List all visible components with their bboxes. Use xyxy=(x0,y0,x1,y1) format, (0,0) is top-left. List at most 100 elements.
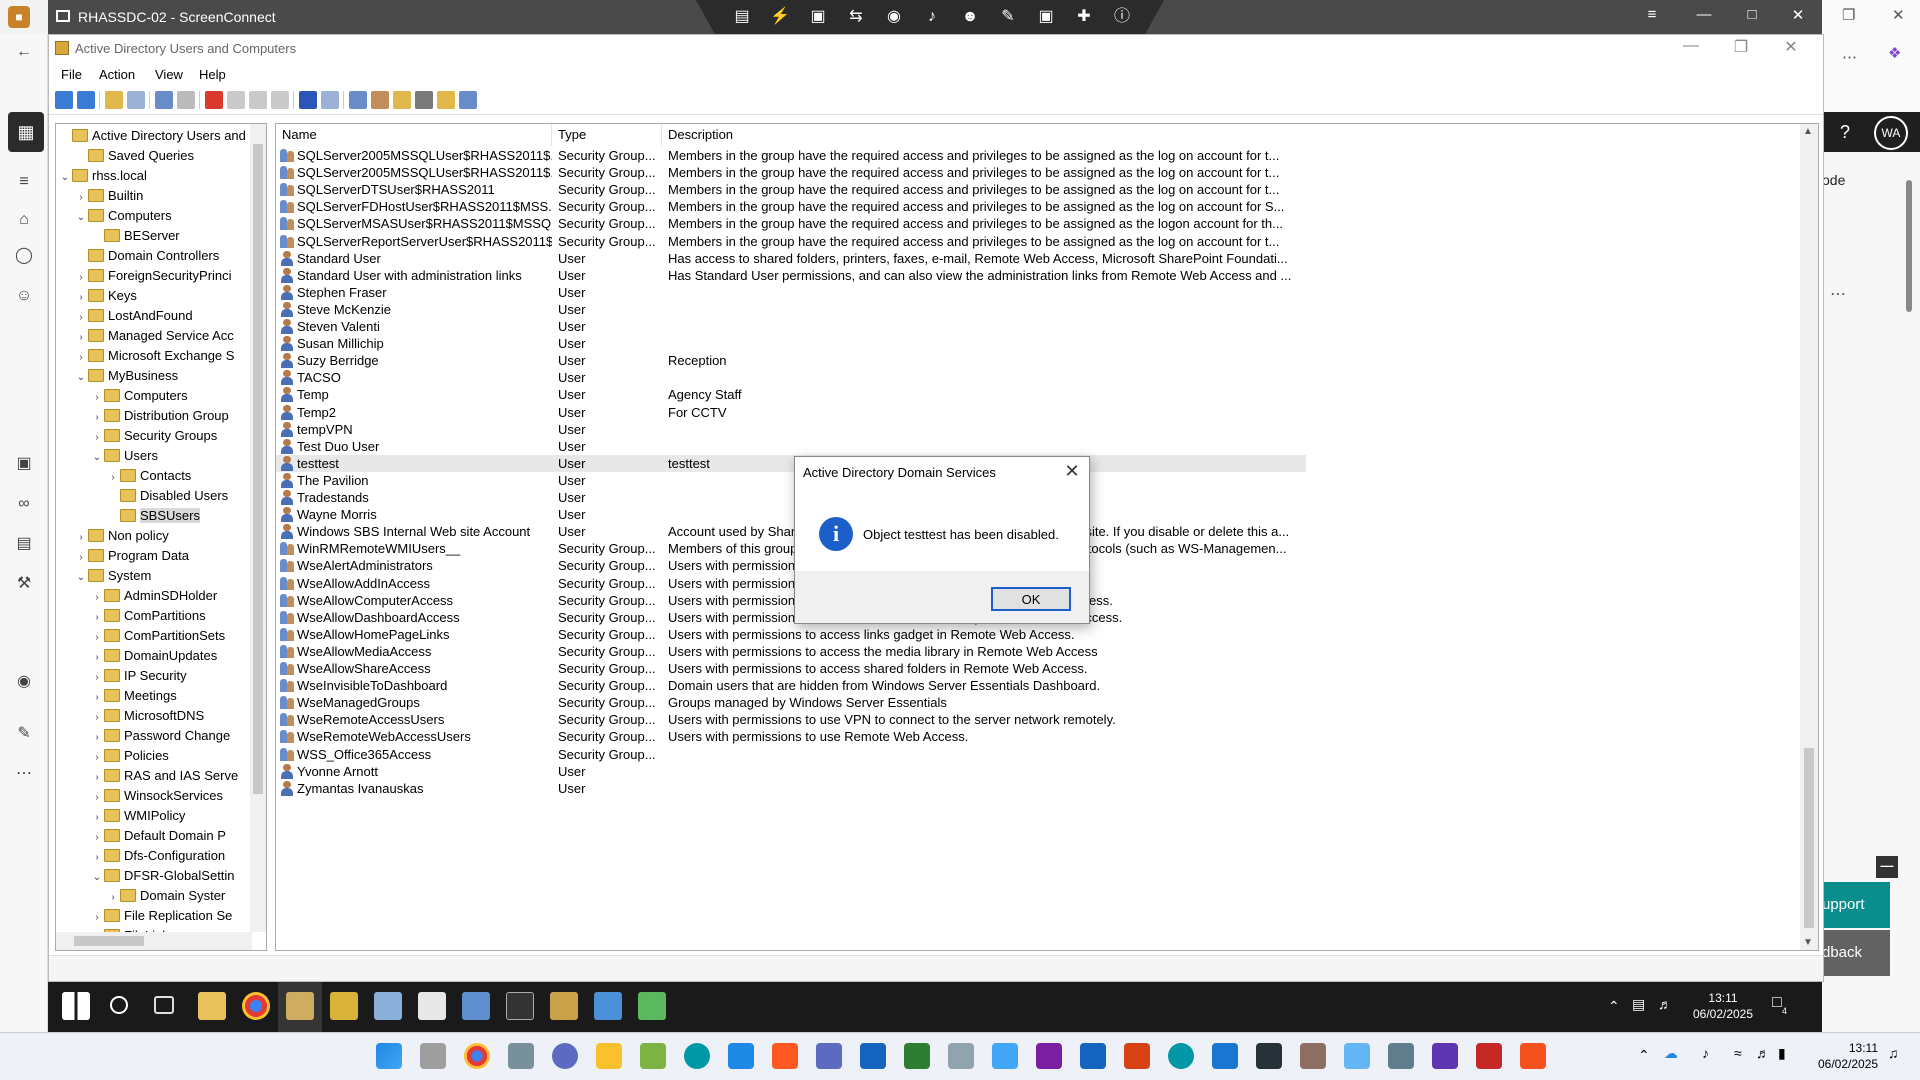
scroll-thumb[interactable] xyxy=(253,144,263,794)
terminal-icon[interactable] xyxy=(1256,1043,1282,1069)
expand-chevron-icon[interactable]: › xyxy=(74,548,88,568)
calculator-icon[interactable] xyxy=(948,1043,974,1069)
collapse-button[interactable]: — xyxy=(1876,856,1898,878)
expand-chevron-icon[interactable]: › xyxy=(90,808,104,828)
expand-chevron-icon[interactable]: › xyxy=(90,908,104,928)
table-row[interactable]: Wayne Morris User xyxy=(276,506,1306,523)
table-row[interactable]: WSS_Office365Access Security Group... xyxy=(276,746,1306,763)
expand-chevron-icon[interactable]: › xyxy=(106,888,120,908)
tree-item[interactable]: ⌄ Computers xyxy=(74,206,172,226)
tree-item[interactable]: › Non policy xyxy=(74,526,168,548)
expand-chevron-icon[interactable]: › xyxy=(74,188,88,208)
list-vertical-scrollbar[interactable]: ▲ ▼ xyxy=(1800,124,1818,950)
plus-icon[interactable]: ✚ xyxy=(1072,6,1096,28)
table-row[interactable]: Yvonne Arnott User xyxy=(276,763,1306,780)
start-icon[interactable] xyxy=(62,992,90,1020)
table-row[interactable]: Temp User Agency Staff xyxy=(276,386,1306,403)
search-icon[interactable] xyxy=(110,996,128,1014)
session-maximize-icon[interactable]: □ xyxy=(1742,6,1762,23)
table-row[interactable]: Windows SBS Internal Web site Account Use… xyxy=(276,523,1306,540)
briefcase-icon[interactable]: ▣ xyxy=(806,6,830,28)
table-row[interactable]: Temp2 User For CCTV xyxy=(276,404,1306,421)
notepad-icon[interactable] xyxy=(418,992,446,1020)
cmd-icon[interactable] xyxy=(506,992,534,1020)
session-menu-icon[interactable]: ≡ xyxy=(1642,6,1662,23)
console-icon[interactable] xyxy=(321,91,339,109)
collapse-chevron-icon[interactable]: ⌄ xyxy=(90,868,104,888)
help-icon[interactable]: ? xyxy=(1840,122,1850,143)
app-icon[interactable] xyxy=(374,992,402,1020)
new-ou-icon[interactable] xyxy=(393,91,411,109)
expand-chevron-icon[interactable]: › xyxy=(74,528,88,548)
support-button[interactable]: upport xyxy=(1822,882,1890,928)
users-icon[interactable]: ☻ xyxy=(958,6,982,28)
table-row[interactable]: Steven Valenti User xyxy=(276,318,1306,335)
column-header-type[interactable]: Type xyxy=(552,124,662,146)
app-icon[interactable] xyxy=(1432,1043,1458,1069)
onenote-icon[interactable] xyxy=(1036,1043,1062,1069)
table-row[interactable]: SQLServerReportServerUser$RHASS2011$... S… xyxy=(276,233,1306,250)
tree-item[interactable]: ⌄ rhss.local xyxy=(58,166,147,186)
scroll-thumb[interactable] xyxy=(74,936,144,946)
tree-item[interactable]: ⌄ DFSR-GlobalSettin xyxy=(90,866,235,886)
task-view-icon[interactable] xyxy=(154,996,174,1014)
tree-item[interactable]: › Builtin xyxy=(74,186,143,206)
file-explorer-icon[interactable] xyxy=(198,992,226,1020)
app-icon[interactable] xyxy=(638,992,666,1020)
refresh-icon[interactable] xyxy=(249,91,267,109)
feedback-button[interactable]: dback xyxy=(1822,930,1890,976)
table-row[interactable]: Tradestands User xyxy=(276,489,1306,506)
table-row[interactable]: SQLServerFDHostUser$RHASS2011$MSS... Secu… xyxy=(276,198,1306,215)
table-row[interactable]: Test Duo User User xyxy=(276,438,1306,455)
edge-icon[interactable] xyxy=(684,1043,710,1069)
screenconnect-icon[interactable] xyxy=(1476,1043,1502,1069)
export-icon[interactable] xyxy=(271,91,289,109)
expand-chevron-icon[interactable]: › xyxy=(90,688,104,708)
tree-item[interactable]: › LostAndFound xyxy=(74,306,192,326)
collapse-chevron-icon[interactable]: ⌄ xyxy=(58,168,72,188)
table-row[interactable]: WseAllowHomePageLinks Security Group... Us… xyxy=(276,626,1306,643)
help-icon[interactable] xyxy=(299,91,317,109)
microphone-icon[interactable]: ♪ xyxy=(920,6,944,28)
table-row[interactable]: SQLServerDTSUser$RHASS2011 Security Group… xyxy=(276,181,1306,198)
chat-icon[interactable]: ▣ xyxy=(1034,6,1058,28)
menu-help[interactable]: Help xyxy=(199,67,226,82)
expand-chevron-icon[interactable]: › xyxy=(74,268,88,288)
new-user-icon[interactable] xyxy=(349,91,367,109)
aduc-minimize-icon[interactable]: — xyxy=(1679,37,1703,55)
expand-chevron-icon[interactable]: › xyxy=(74,328,88,348)
chrome-icon[interactable] xyxy=(242,992,270,1020)
notification-bell-icon[interactable]: ♫ xyxy=(1888,1045,1899,1061)
tree-item[interactable]: › Domain Syster xyxy=(106,886,225,906)
tree-item[interactable]: › Policies xyxy=(90,746,168,766)
table-row[interactable]: The Pavilion User xyxy=(276,472,1306,489)
collapse-chevron-icon[interactable]: ⌄ xyxy=(74,568,88,588)
transfer-icon[interactable]: ⇆ xyxy=(844,6,868,28)
expand-chevron-icon[interactable]: › xyxy=(90,428,104,448)
expand-chevron-icon[interactable]: › xyxy=(90,828,104,848)
session-minimize-icon[interactable]: — xyxy=(1694,6,1714,23)
app-icon[interactable] xyxy=(1300,1043,1326,1069)
app-icon[interactable] xyxy=(330,992,358,1020)
word-icon[interactable] xyxy=(1080,1043,1106,1069)
scroll-thumb[interactable] xyxy=(1804,748,1814,928)
collapse-chevron-icon[interactable]: ⌄ xyxy=(74,368,88,388)
tree-item[interactable]: ⌄ MyBusiness xyxy=(74,366,178,386)
tree-item[interactable]: › WMIPolicy xyxy=(90,806,185,826)
tree-item[interactable]: › RAS and IAS Serve xyxy=(90,766,238,786)
forward-icon[interactable] xyxy=(77,91,95,109)
volume-muted-icon[interactable]: ♬ xyxy=(1658,996,1672,1012)
info-icon[interactable]: ⓘ xyxy=(1110,6,1134,28)
expand-chevron-icon[interactable]: › xyxy=(90,768,104,788)
tree-item[interactable]: ⌄ Users xyxy=(90,446,158,466)
tree-item[interactable]: Disabled Users xyxy=(106,486,228,506)
pencil-icon[interactable]: ✎ xyxy=(996,6,1020,28)
expand-chevron-icon[interactable]: › xyxy=(90,668,104,688)
table-row[interactable]: WseManagedGroups Security Group... Groups … xyxy=(276,694,1306,711)
expand-chevron-icon[interactable]: › xyxy=(90,628,104,648)
table-row[interactable]: SQLServer2005MSSQLUser$RHASS2011$... Secu… xyxy=(276,147,1306,164)
volume-icon[interactable]: ♬ xyxy=(1756,1045,1770,1061)
tree-item[interactable]: › AdminSDHolder xyxy=(90,586,217,606)
delete-icon[interactable] xyxy=(205,91,223,109)
expand-chevron-icon[interactable]: › xyxy=(90,788,104,808)
